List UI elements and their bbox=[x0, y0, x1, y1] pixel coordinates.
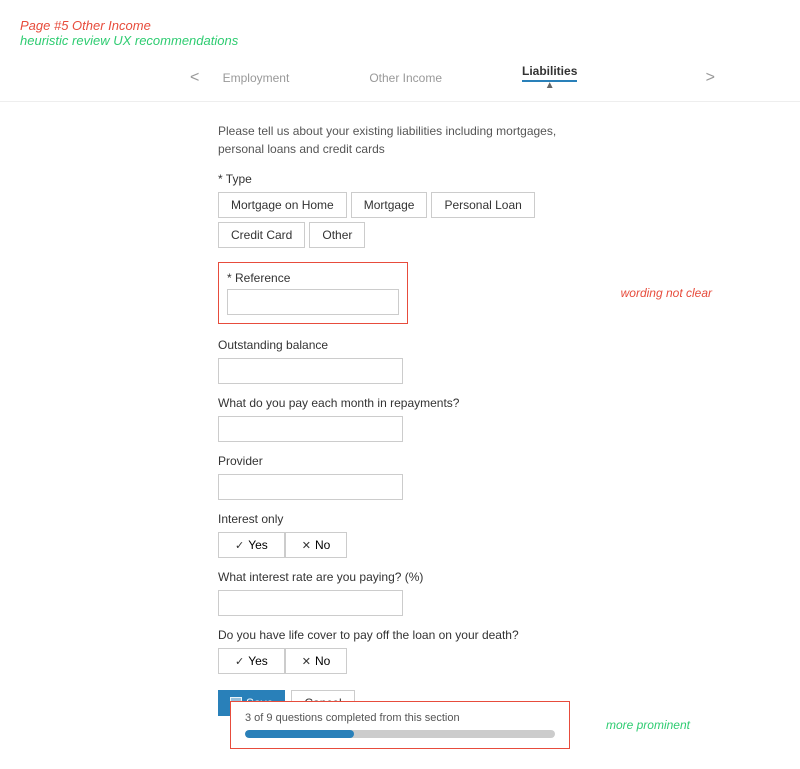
reference-box: * Reference bbox=[218, 262, 408, 324]
type-label: * Type bbox=[218, 172, 582, 186]
reference-section: * Reference wording not clear bbox=[218, 262, 582, 324]
type-btn-mortgage-home[interactable]: Mortgage on Home bbox=[218, 192, 347, 218]
nav-arrow-left[interactable]: < bbox=[190, 69, 199, 87]
repayments-label: What do you pay each month in repayments… bbox=[218, 396, 582, 410]
interest-only-section: Interest only ✓ Yes ✕ No bbox=[218, 512, 582, 558]
nav-steps: Employment Other Income Liabilities ▲ bbox=[223, 64, 578, 91]
nav-step-other-income[interactable]: Other Income bbox=[369, 71, 442, 85]
reference-label: * Reference bbox=[227, 271, 399, 285]
provider-input[interactable] bbox=[218, 474, 403, 500]
life-cover-yes-btn[interactable]: ✓ Yes bbox=[218, 648, 285, 674]
type-buttons-group-2: Credit Card Other bbox=[218, 222, 582, 248]
no-label: No bbox=[315, 538, 330, 552]
nav-step-liabilities[interactable]: Liabilities ▲ bbox=[522, 64, 577, 91]
provider-section: Provider bbox=[218, 454, 582, 500]
interest-only-yes-btn[interactable]: ✓ Yes bbox=[218, 532, 285, 558]
outstanding-balance-input[interactable] bbox=[218, 358, 403, 384]
nav-bar: < Employment Other Income Liabilities ▲ … bbox=[0, 54, 800, 102]
progress-box: 3 of 9 questions completed from this sec… bbox=[230, 701, 570, 749]
life-cover-toggle: ✓ Yes ✕ No bbox=[218, 648, 582, 674]
interest-only-label: Interest only bbox=[218, 512, 582, 526]
page-title: Page #5 Other Income bbox=[20, 18, 780, 33]
type-btn-personal-loan[interactable]: Personal Loan bbox=[431, 192, 534, 218]
type-btn-mortgage[interactable]: Mortgage bbox=[351, 192, 428, 218]
outstanding-balance-label: Outstanding balance bbox=[218, 338, 582, 352]
page-header: Page #5 Other Income heuristic review UX… bbox=[0, 0, 800, 54]
progress-text: 3 of 9 questions completed from this sec… bbox=[245, 712, 555, 724]
interest-only-no-btn[interactable]: ✕ No bbox=[285, 532, 348, 558]
progress-section: 3 of 9 questions completed from this sec… bbox=[230, 701, 570, 749]
page-subtitle: heuristic review UX recommendations bbox=[20, 33, 780, 48]
nav-arrow-right[interactable]: > bbox=[706, 69, 715, 87]
life-cover-no-btn[interactable]: ✕ No bbox=[285, 648, 348, 674]
yes-label: Yes bbox=[248, 538, 268, 552]
interest-rate-input[interactable] bbox=[218, 590, 403, 616]
cross-icon: ✕ bbox=[302, 539, 311, 552]
type-btn-other[interactable]: Other bbox=[309, 222, 365, 248]
cross-icon-2: ✕ bbox=[302, 655, 311, 668]
progress-bar-background bbox=[245, 730, 555, 738]
repayments-input[interactable] bbox=[218, 416, 403, 442]
type-btn-credit-card[interactable]: Credit Card bbox=[218, 222, 305, 248]
form-description: Please tell us about your existing liabi… bbox=[218, 122, 582, 158]
provider-label: Provider bbox=[218, 454, 582, 468]
progress-bar-fill bbox=[245, 730, 354, 738]
type-section: * Type Mortgage on Home Mortgage Persona… bbox=[218, 172, 582, 248]
nav-step-employment[interactable]: Employment bbox=[223, 71, 290, 85]
tick-icon: ✓ bbox=[235, 539, 244, 552]
interest-rate-label: What interest rate are you paying? (%) bbox=[218, 570, 582, 584]
interest-only-toggle: ✓ Yes ✕ No bbox=[218, 532, 582, 558]
repayments-section: What do you pay each month in repayments… bbox=[218, 396, 582, 442]
outstanding-balance-section: Outstanding balance bbox=[218, 338, 582, 384]
reference-input[interactable] bbox=[227, 289, 399, 315]
tick-icon-2: ✓ bbox=[235, 655, 244, 668]
no-label-2: No bbox=[315, 654, 330, 668]
yes-label-2: Yes bbox=[248, 654, 268, 668]
interest-rate-section: What interest rate are you paying? (%) bbox=[218, 570, 582, 616]
reference-annotation: wording not clear bbox=[621, 286, 712, 300]
life-cover-label: Do you have life cover to pay off the lo… bbox=[218, 628, 582, 642]
life-cover-section: Do you have life cover to pay off the lo… bbox=[218, 628, 582, 674]
type-buttons-group: Mortgage on Home Mortgage Personal Loan bbox=[218, 192, 582, 218]
progress-annotation: more prominent bbox=[606, 718, 690, 732]
form-container: Please tell us about your existing liabi… bbox=[0, 112, 800, 766]
